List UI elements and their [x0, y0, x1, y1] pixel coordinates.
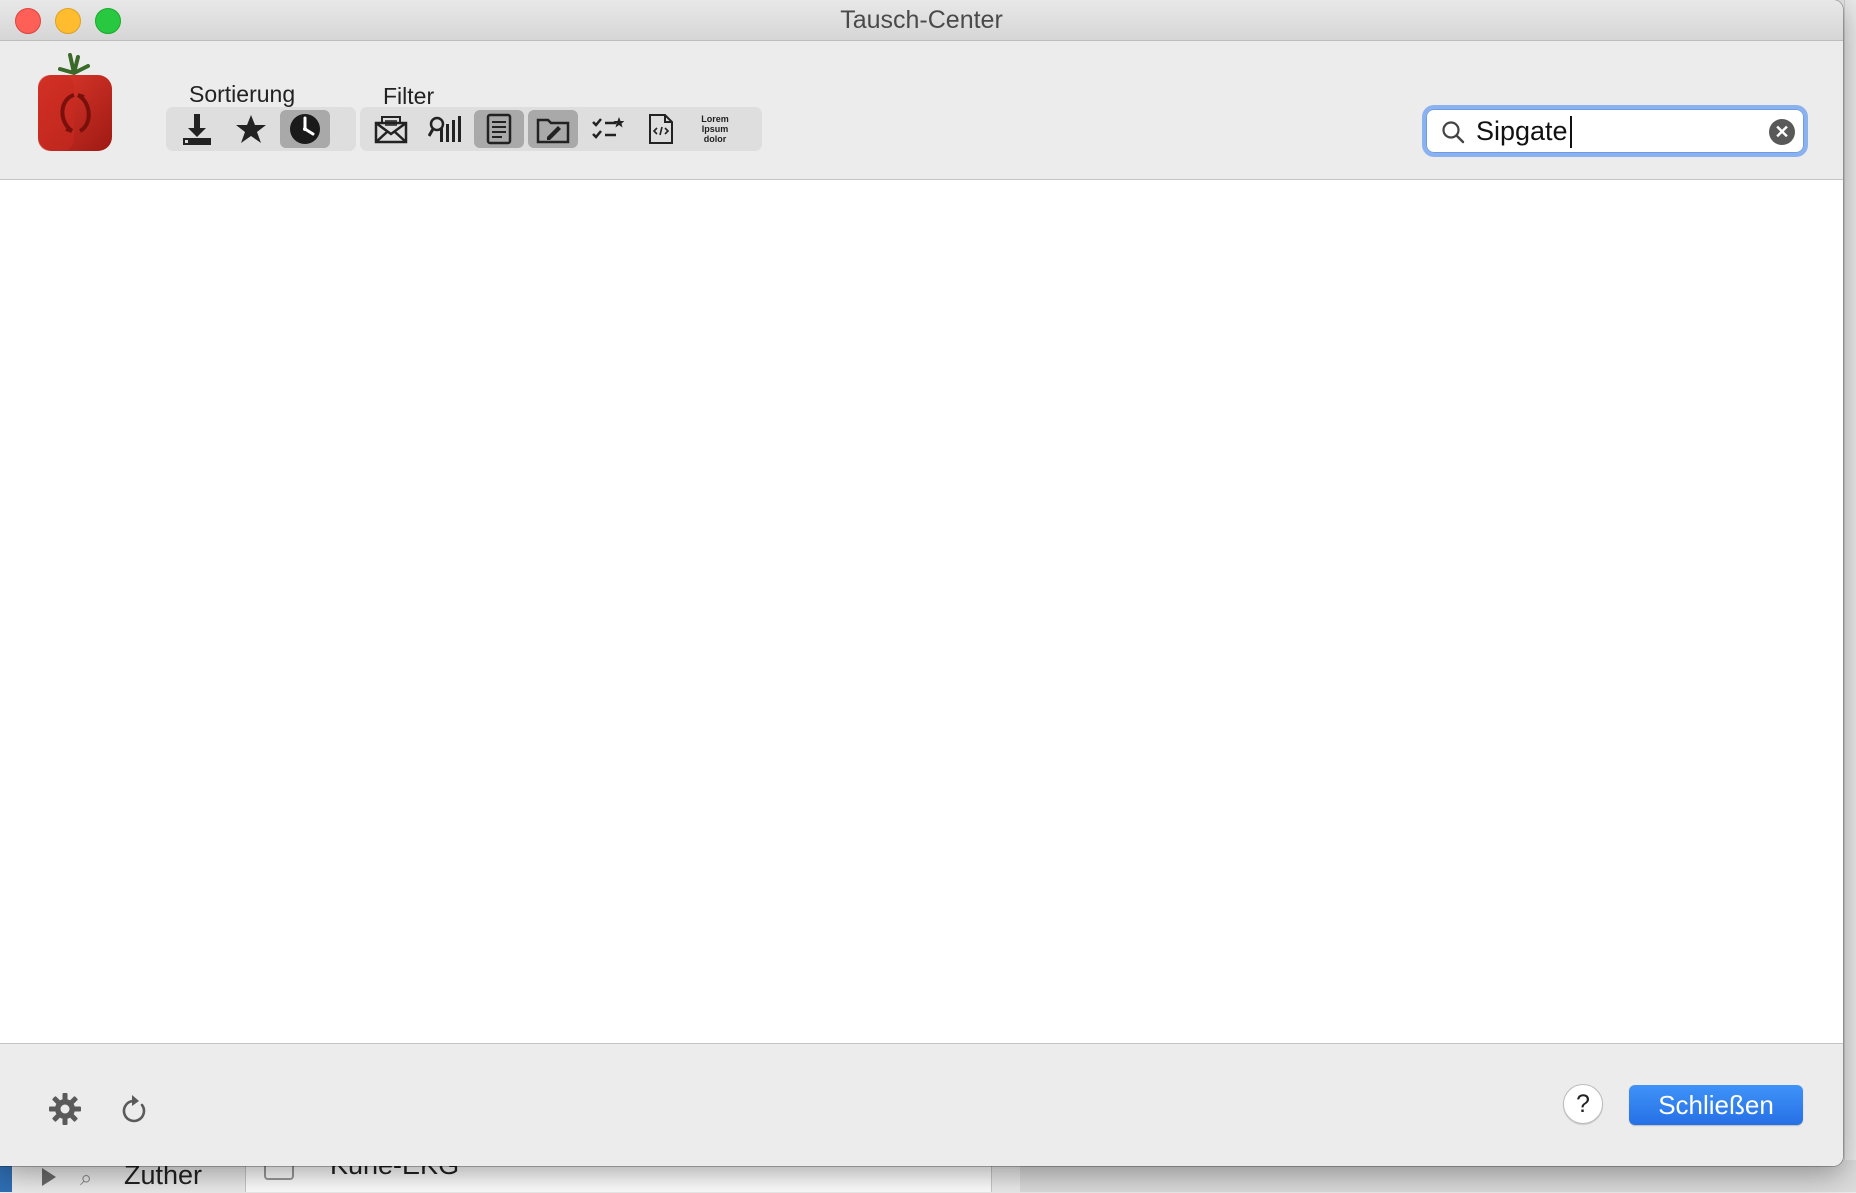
filter-forms-button[interactable] [528, 110, 578, 148]
window-title: Tausch-Center [840, 6, 1003, 34]
folder-edit-icon [536, 118, 570, 144]
sort-by-rating-button[interactable] [226, 110, 276, 148]
text-cursor [1570, 116, 1572, 148]
filter-scripts-button[interactable] [636, 110, 686, 148]
tomato-logo-icon [38, 53, 112, 151]
refresh-icon[interactable] [118, 1093, 148, 1125]
envelope-icon [374, 116, 408, 144]
background-window-edge [1844, 0, 1856, 1192]
results-list [0, 180, 1843, 1044]
clear-search-button[interactable]: ✕ [1769, 119, 1795, 145]
gear-icon[interactable] [48, 1092, 82, 1126]
search-field[interactable]: ✕ [1426, 109, 1804, 153]
sort-segmented-control [166, 107, 356, 151]
search-icon [1442, 121, 1465, 144]
download-icon [183, 114, 211, 145]
tausch-center-window: Tausch-Center Sortierung Filter Lorem Ip… [0, 0, 1843, 1166]
clear-x-icon: ✕ [1774, 122, 1790, 142]
sort-by-date-button[interactable] [280, 110, 330, 148]
disclosure-triangle-icon [42, 1168, 56, 1186]
close-button[interactable]: Schließen [1629, 1085, 1803, 1125]
background-search-icon: ⌕ [80, 1165, 93, 1190]
filter-segmented-control: Lorem Ipsum dolor [360, 107, 762, 151]
filter-analysis-button[interactable] [420, 110, 470, 148]
filter-text-modules-button[interactable] [474, 110, 524, 148]
filter-checklists-button[interactable] [582, 110, 632, 148]
sort-by-downloads-button[interactable] [172, 110, 222, 148]
lorem-line-3: dolor [703, 134, 727, 144]
filter-mail-button[interactable] [366, 110, 416, 148]
clock-icon [290, 114, 320, 144]
star-icon [236, 115, 266, 143]
title-bar: Tausch-Center [0, 0, 1843, 41]
filter-placeholder-text-button[interactable]: Lorem Ipsum dolor [690, 110, 740, 148]
chart-icon [428, 116, 461, 142]
sort-group-label: Sortierung [189, 81, 296, 107]
search-input[interactable] [1476, 113, 1746, 149]
code-file-icon [649, 114, 673, 144]
filter-group-label: Filter [383, 83, 435, 109]
lorem-line-1: Lorem [701, 114, 729, 124]
lorem-ipsum-icon: Lorem Ipsum dolor [701, 114, 729, 144]
document-icon [486, 113, 512, 145]
checklist-icon [592, 117, 624, 139]
help-button[interactable]: ? [1563, 1084, 1603, 1124]
lorem-line-2: Ipsum [701, 124, 729, 134]
